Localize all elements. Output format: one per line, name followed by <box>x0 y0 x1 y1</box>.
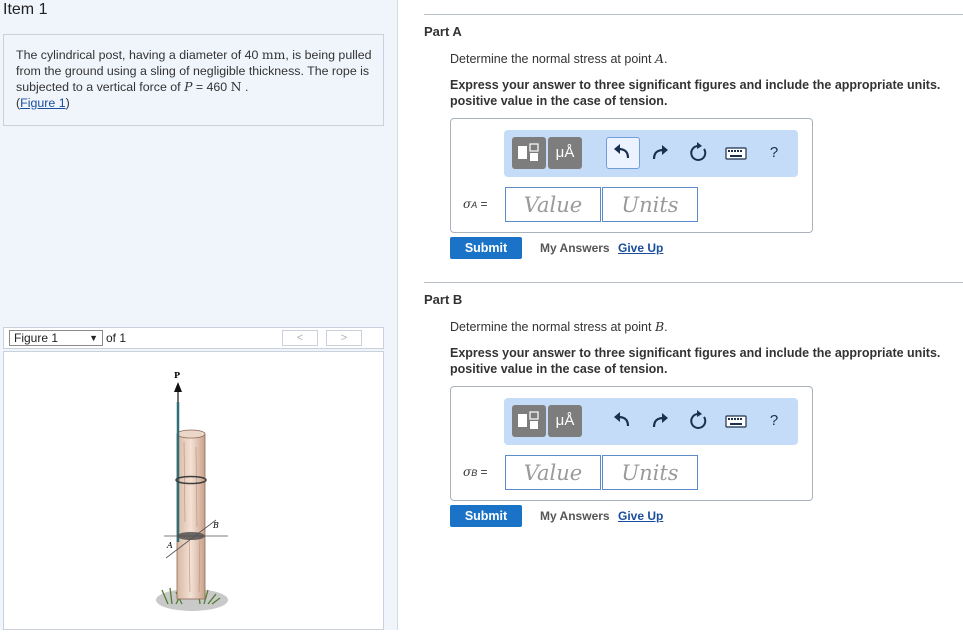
part-b-title: Part B <box>424 292 463 307</box>
point-label: A <box>654 51 664 66</box>
item-title: Item 1 <box>3 1 48 18</box>
post-top <box>176 429 206 439</box>
problem-text: . <box>241 80 249 94</box>
reset-icon[interactable] <box>681 137 715 169</box>
part-b-instructions: Express your answer to three significant… <box>450 346 941 376</box>
problem-pane: Item 1 The cylindrical post, having a di… <box>0 0 398 630</box>
point-label: B <box>654 319 665 334</box>
force-unit: N <box>230 79 242 94</box>
diameter-unit: mm <box>261 47 286 62</box>
question-text: . <box>664 320 668 334</box>
reset-icon[interactable] <box>681 405 715 437</box>
keyboard-icon[interactable] <box>719 137 753 169</box>
keyboard-icon[interactable] <box>719 405 753 437</box>
part-a-title: Part A <box>424 24 462 39</box>
part-b-divider <box>424 282 963 283</box>
question-text: Determine the normal stress at point <box>450 320 655 334</box>
sigma-b-label: σB = <box>463 465 488 479</box>
submit-button[interactable]: Submit <box>450 237 522 259</box>
redo-icon[interactable] <box>643 137 677 169</box>
part-b-question: Determine the normal stress at point B. <box>450 319 668 334</box>
figure-select[interactable]: Figure 1 ▼ <box>9 330 103 346</box>
prev-figure-button[interactable]: < <box>282 330 318 346</box>
undo-icon[interactable] <box>606 137 640 169</box>
part-a-instructions: Express your answer to three significant… <box>450 78 941 108</box>
help-button[interactable]: ? <box>757 137 791 169</box>
undo-icon[interactable] <box>606 405 640 437</box>
part-b-answer-box: μÅ ? σB = <box>450 386 813 501</box>
problem-text: The cylindrical post, having a diameter … <box>16 48 262 62</box>
next-figure-button[interactable]: > <box>326 330 362 346</box>
submit-button[interactable]: Submit <box>450 505 522 527</box>
post <box>176 433 206 600</box>
figure-link-paren: ) <box>65 96 70 110</box>
question-text: Determine the normal stress at point <box>450 52 655 66</box>
problem-statement: The cylindrical post, having a diameter … <box>3 34 384 126</box>
figure-navigation: Figure 1 ▼ of 1 < > <box>3 327 384 349</box>
sigma-symbol: σ <box>463 465 472 479</box>
give-up-link[interactable]: Give Up <box>618 509 663 523</box>
templates-icon[interactable] <box>512 405 546 437</box>
dropdown-arrow-icon: ▼ <box>89 333 98 343</box>
equals-sign: = <box>477 465 488 479</box>
redo-icon[interactable] <box>643 405 677 437</box>
equals-sign: = <box>477 197 488 211</box>
value-input[interactable] <box>505 187 601 222</box>
figure-panel: P A B <box>3 351 384 630</box>
label-b: B <box>212 521 219 530</box>
figure-count: of 1 <box>106 331 127 345</box>
my-answers-link[interactable]: My Answers <box>540 509 610 523</box>
units-button[interactable]: μÅ <box>548 137 582 169</box>
part-a-question: Determine the normal stress at point A. <box>450 51 667 66</box>
question-text: . <box>663 52 668 66</box>
give-up-link[interactable]: Give Up <box>618 241 663 255</box>
math-toolbar: μÅ ? <box>504 130 798 177</box>
my-answers-link[interactable]: My Answers <box>540 241 610 255</box>
units-input[interactable] <box>602 455 698 490</box>
post-figure: P A B <box>156 370 228 611</box>
part-a-divider <box>424 14 963 15</box>
sigma-a-label: σA = <box>463 197 488 211</box>
math-toolbar: μÅ ? <box>504 398 798 445</box>
units-button[interactable]: μÅ <box>548 405 582 437</box>
figure-select-value: Figure 1 <box>14 331 59 345</box>
help-button[interactable]: ? <box>757 405 791 437</box>
figure-link[interactable]: Figure 1 <box>20 96 65 110</box>
force-value: = 460 <box>192 80 231 94</box>
templates-icon[interactable] <box>512 137 546 169</box>
sigma-symbol: σ <box>463 197 472 211</box>
value-input[interactable] <box>505 455 601 490</box>
part-a-answer-box: μÅ ? σA = <box>450 118 813 233</box>
force-arrow-icon <box>174 382 182 392</box>
label-a: A <box>166 541 173 550</box>
label-p: P <box>174 370 180 380</box>
units-input[interactable] <box>602 187 698 222</box>
